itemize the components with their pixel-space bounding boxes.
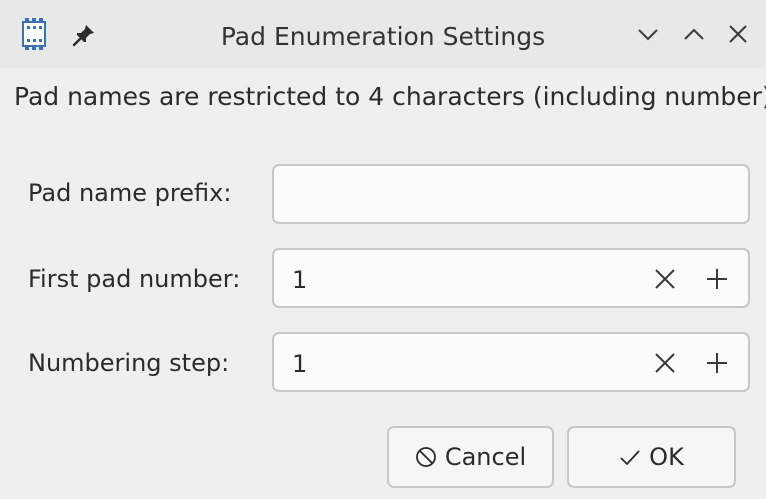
clear-icon[interactable] [652,350,678,376]
pad-prefix-label: Pad name prefix: [28,179,232,207]
first-pad-number-label: First pad number: [28,265,241,293]
maximize-button[interactable] [678,18,710,50]
numbering-step-label: Numbering step: [28,349,230,377]
cancel-button[interactable]: Cancel [387,426,554,488]
first-pad-number-spinbox[interactable]: 1 [272,248,750,308]
no-entry-icon [415,447,436,467]
ok-label: OK [649,443,684,471]
title-bar: Pad Enumeration Settings [0,0,766,68]
first-pad-number-value: 1 [292,266,308,294]
chevron-up-icon [684,28,704,40]
pad-prefix-input[interactable] [272,164,750,224]
ok-button[interactable]: OK [567,426,736,488]
numbering-step-value: 1 [292,350,308,378]
plus-icon[interactable] [704,266,730,292]
restriction-note: Pad names are restricted to 4 characters… [14,82,766,111]
checkmark-icon [620,450,640,466]
numbering-step-spinbox[interactable]: 1 [272,332,750,392]
close-icon [729,25,747,43]
chevron-down-icon [638,29,658,41]
clear-icon[interactable] [652,266,678,292]
plus-icon[interactable] [704,350,730,376]
close-button[interactable] [722,18,754,50]
minimize-button[interactable] [632,18,664,50]
cancel-label: Cancel [444,443,527,471]
